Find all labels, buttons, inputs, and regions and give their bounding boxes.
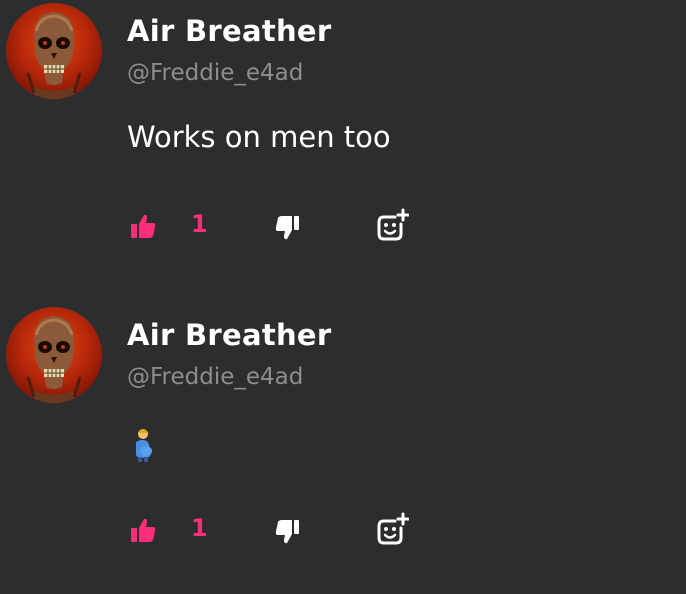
author-name[interactable]: Air Breather [127, 14, 332, 48]
add-reaction-button[interactable] [375, 512, 410, 546]
thumbs-down-icon [275, 520, 299, 544]
comment-actions: 1 [0, 208, 686, 248]
author-handle[interactable]: @Freddie_e4ad [127, 60, 303, 86]
like-count: 1 [191, 514, 208, 542]
avatar[interactable] [6, 307, 102, 403]
author-handle[interactable]: @Freddie_e4ad [127, 364, 303, 390]
add-reaction-icon [377, 208, 410, 241]
like-button[interactable] [129, 212, 157, 240]
add-reaction-button[interactable] [375, 208, 410, 242]
add-reaction-icon [377, 512, 410, 545]
pregnant-man-emoji-icon [131, 428, 155, 462]
comment-item: Air Breather @Freddie_e4ad Works on men … [0, 0, 686, 290]
thumbs-up-icon [131, 518, 156, 542]
thumbs-up-icon [131, 214, 156, 238]
dislike-button[interactable] [274, 518, 302, 546]
comment-text: Works on men too [127, 120, 391, 154]
dislike-button[interactable] [274, 214, 302, 242]
skull-icon [26, 316, 82, 403]
like-button[interactable] [129, 516, 157, 544]
thumbs-down-icon [275, 216, 299, 240]
comment-item: Air Breather @Freddie_e4ad 1 [0, 304, 686, 594]
comment-actions: 1 [0, 512, 686, 552]
like-count: 1 [191, 210, 208, 238]
skull-icon [26, 12, 82, 99]
avatar[interactable] [6, 3, 102, 99]
author-name[interactable]: Air Breather [127, 318, 332, 352]
